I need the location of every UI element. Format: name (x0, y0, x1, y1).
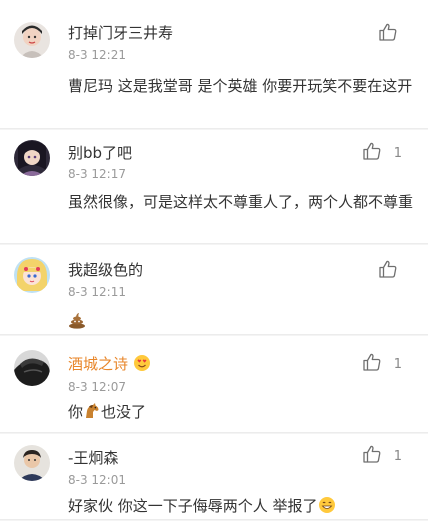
like-button[interactable]: 1 (362, 352, 402, 376)
love-emoji (133, 354, 151, 376)
comment-time: 8-3 12:11 (68, 285, 126, 299)
username[interactable]: 打掉门牙三井寿 (68, 22, 173, 43)
comment-text: 你 也没了 (68, 400, 413, 427)
comment-time: 8-3 12:17 (68, 167, 126, 181)
avatar[interactable] (14, 140, 50, 176)
like-button[interactable]: 1 (362, 141, 402, 165)
comment-text-part: 也没了 (101, 403, 147, 421)
avatar[interactable] (14, 257, 50, 293)
thumbs-up-icon (362, 141, 382, 165)
comment-text-part: 你 (68, 403, 84, 421)
comment-time: 8-3 12:21 (68, 48, 126, 62)
comment-item: 酒城之诗 8-3 12:07 你 也没了 1 (0, 336, 428, 433)
avatar[interactable] (14, 445, 50, 481)
username-text: 酒城之诗 (68, 355, 129, 373)
poop-emoji (68, 311, 86, 336)
comment-time: 8-3 12:07 (68, 380, 126, 394)
like-count: 1 (393, 448, 402, 464)
horse-emoji (83, 402, 101, 427)
username[interactable]: 我超级色的 (68, 259, 143, 280)
grin-emoji (318, 496, 336, 521)
comment-item: 别bb了吧 8-3 12:17 虽然很像，可是这样太不尊重人了，两个人都不尊重 … (0, 130, 428, 244)
thumbs-up-icon (362, 444, 382, 468)
like-count: 1 (393, 145, 402, 161)
comment-text-part: 好家伙 你这一下子侮辱两个人 举报了 (68, 497, 318, 515)
username[interactable]: 酒城之诗 (68, 353, 151, 376)
comment-time: 8-3 12:01 (68, 473, 126, 487)
like-count: 1 (393, 356, 402, 372)
comment-item: 打掉门牙三井寿 8-3 12:21 曹尼玛 这是我堂哥 是个英雄 你要开玩笑不要… (0, 0, 428, 129)
like-button[interactable] (378, 259, 398, 283)
comment-text: 曹尼玛 这是我堂哥 是个英雄 你要开玩笑不要在这开 (68, 77, 413, 95)
username[interactable]: 别bb了吧 (68, 142, 132, 163)
comment-item: 我超级色的 8-3 12:11 (0, 245, 428, 335)
thumbs-up-icon (378, 259, 398, 283)
avatar[interactable] (14, 350, 50, 386)
comment-text (68, 309, 413, 336)
avatar[interactable] (14, 22, 50, 58)
like-button[interactable] (378, 22, 398, 46)
like-button[interactable]: 1 (362, 444, 402, 468)
comment-text: 虽然很像，可是这样太不尊重人了，两个人都不尊重 (68, 193, 414, 211)
thumbs-up-icon (362, 352, 382, 376)
comment-text: 好家伙 你这一下子侮辱两个人 举报了 (68, 494, 413, 521)
username[interactable]: -王炯森 (68, 447, 118, 468)
thumbs-up-icon (378, 22, 398, 46)
comment-item: -王炯森 8-3 12:01 好家伙 你这一下子侮辱两个人 举报了 1 (0, 434, 428, 520)
